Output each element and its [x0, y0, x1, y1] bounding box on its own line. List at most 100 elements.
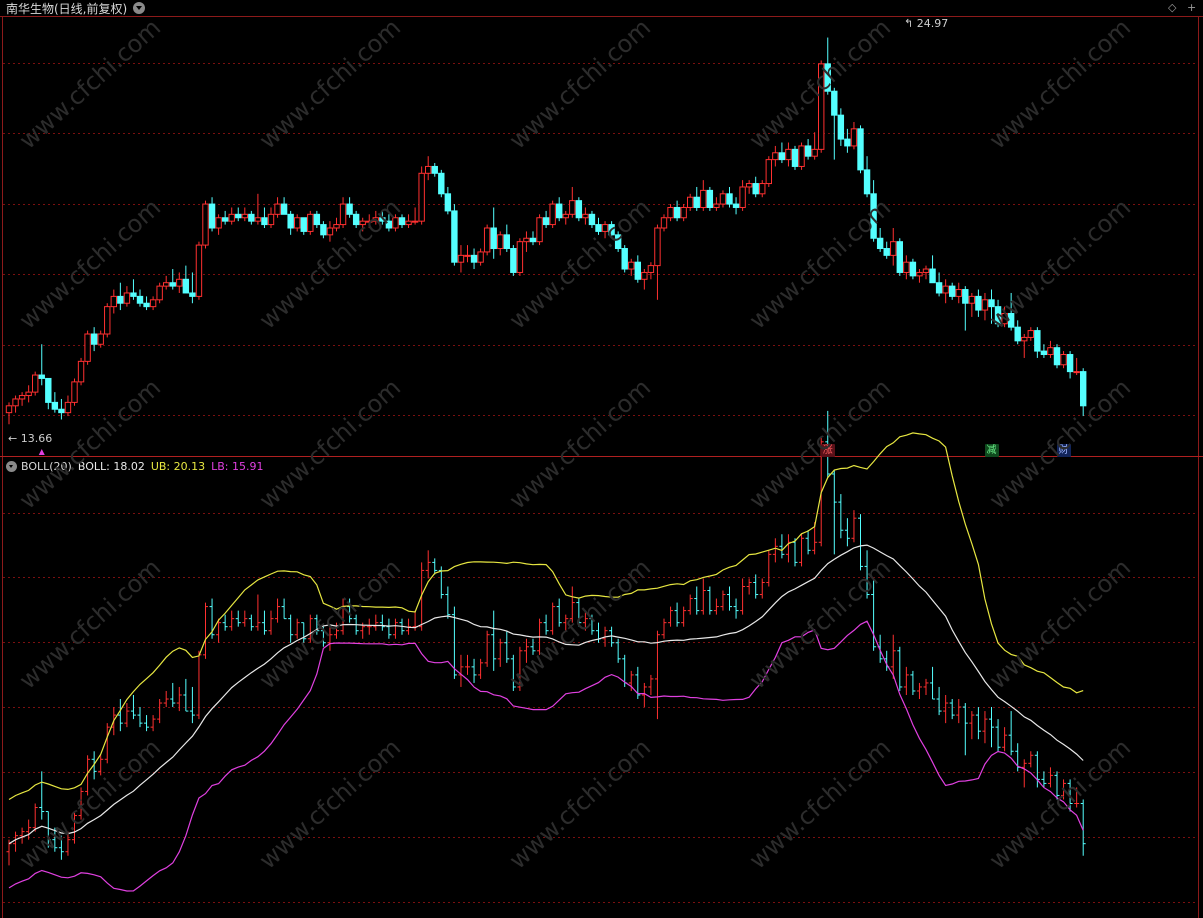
candle-body	[975, 295, 982, 311]
candle-body	[929, 268, 936, 284]
candle-body	[614, 234, 622, 250]
candle-body	[254, 217, 262, 222]
event-badge[interactable]: 减	[984, 444, 999, 457]
candle-body	[392, 217, 399, 229]
candle-body	[202, 203, 209, 246]
candle-body	[431, 165, 438, 174]
candle-body	[398, 217, 406, 226]
candle-body	[215, 217, 222, 229]
candle-body	[654, 227, 661, 267]
candle-body	[804, 145, 812, 157]
candle-body	[621, 248, 628, 270]
candle-body	[759, 183, 766, 195]
candle-body	[890, 241, 897, 256]
candle-body	[772, 152, 779, 161]
candle-body	[346, 203, 353, 215]
candle-body	[680, 206, 687, 219]
candle-body	[280, 203, 288, 215]
candle-body	[503, 234, 511, 250]
candle-body	[673, 206, 681, 219]
candle-body	[647, 265, 655, 273]
candle-body	[235, 213, 242, 219]
candle-body	[451, 210, 458, 263]
candle-body	[477, 251, 484, 263]
candle-body	[1060, 354, 1067, 366]
candle-body	[1034, 330, 1041, 352]
candle-body	[1014, 326, 1021, 342]
candle-body	[562, 213, 569, 219]
candle-body	[274, 203, 281, 215]
candle-body	[130, 292, 137, 297]
candle-body	[45, 377, 52, 403]
candle-body	[588, 213, 596, 226]
candle-body	[896, 241, 903, 273]
candle-body	[320, 224, 327, 236]
candle-body	[221, 217, 229, 222]
candle-body	[372, 217, 380, 222]
candle-body	[1053, 347, 1061, 366]
candle-body	[863, 169, 871, 195]
candle-body	[850, 128, 858, 147]
buy-arrow-icon	[38, 449, 45, 455]
candle-body	[837, 114, 845, 140]
candle-body	[857, 128, 864, 171]
candle-body	[425, 165, 432, 174]
candle-body	[523, 237, 530, 243]
candle-body	[300, 217, 307, 232]
indicator-menu-icon[interactable]	[6, 460, 17, 472]
candle-body	[687, 196, 694, 208]
candle-body	[411, 220, 419, 223]
candle-body	[352, 213, 360, 226]
candle-body	[418, 172, 425, 222]
candle-body	[968, 295, 976, 304]
candle-body	[549, 203, 556, 226]
candle-body	[778, 152, 786, 161]
candle-body	[12, 398, 19, 407]
candle-body	[634, 261, 641, 280]
candle-body	[307, 213, 314, 232]
candle-body	[785, 148, 792, 161]
candle-body	[385, 220, 393, 229]
high-price-label: ↰ 24.97	[904, 17, 949, 30]
lb-value: LB: 15.91	[211, 459, 264, 473]
candle-body	[38, 374, 45, 379]
candle-body	[745, 183, 753, 188]
candle-body	[641, 271, 648, 280]
candle-body	[909, 261, 917, 277]
event-badge[interactable]: 财	[1056, 444, 1071, 457]
candle-body	[18, 395, 26, 400]
candle-body	[405, 220, 412, 226]
candle-body	[444, 193, 452, 212]
candle-body	[739, 186, 746, 208]
candle-body	[464, 254, 471, 257]
candle-body	[811, 148, 818, 157]
candle-body	[994, 306, 1002, 325]
candle-body	[241, 213, 249, 219]
candle-body	[1007, 312, 1015, 328]
candle-body	[326, 227, 334, 236]
candle-body	[1040, 350, 1048, 356]
candle-body	[97, 333, 104, 345]
candle-body	[248, 213, 255, 222]
candle-body	[693, 196, 700, 208]
candle-body	[77, 360, 85, 383]
candle-body	[294, 217, 301, 229]
candle-body	[267, 213, 275, 226]
candle-body	[333, 224, 340, 229]
candle-body	[379, 217, 386, 222]
candle-body	[313, 213, 321, 226]
candle-body	[156, 285, 163, 301]
candle-body	[608, 224, 615, 236]
candle-body	[575, 200, 583, 219]
candle-body	[529, 237, 537, 243]
candle-body	[628, 261, 635, 270]
candle-body	[287, 213, 294, 229]
candle-body	[706, 189, 714, 208]
candle-body	[542, 217, 550, 226]
candle-body	[497, 234, 504, 250]
candle-body	[1066, 354, 1074, 373]
event-badge[interactable]: 涨	[820, 444, 835, 457]
candle-body	[569, 200, 576, 215]
candle-body	[1027, 330, 1034, 338]
candle-body	[1021, 336, 1028, 342]
